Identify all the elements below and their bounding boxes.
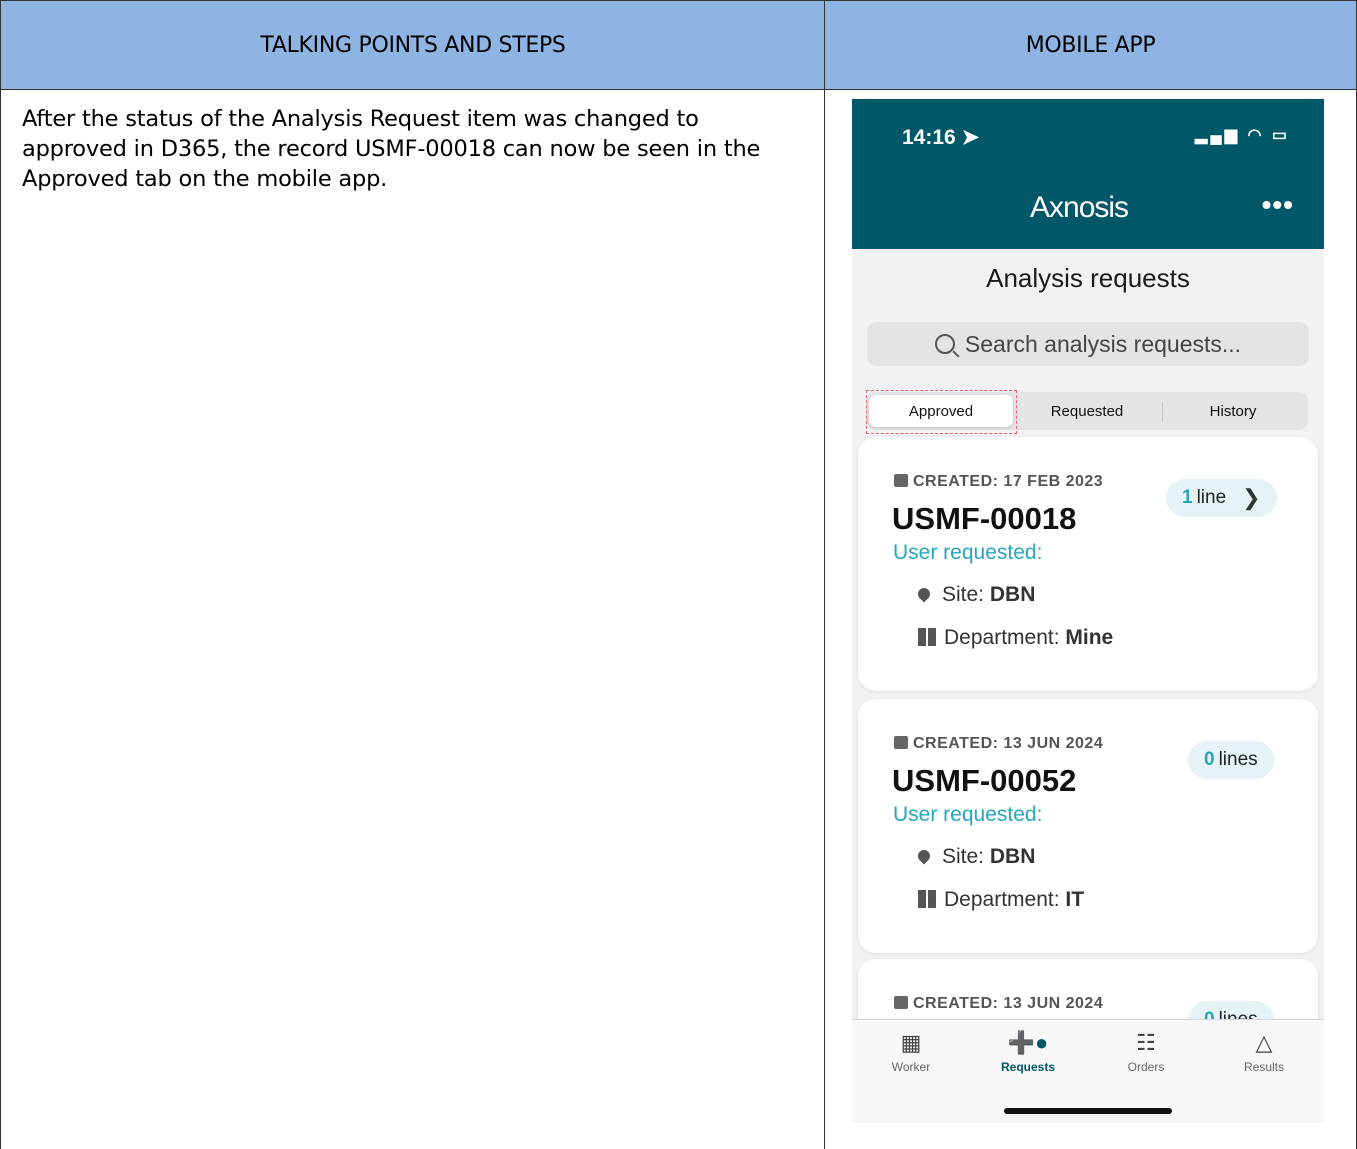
department-row: Department: IT	[918, 888, 1084, 912]
nav-results[interactable]: △ Results	[1219, 1030, 1309, 1074]
tab-history[interactable]: History	[1161, 395, 1305, 427]
tab-requested[interactable]: Requested	[1015, 395, 1159, 427]
signal-icon: ▂▄▆	[1195, 127, 1240, 144]
status-icons: ▂▄▆ ◠ ▭	[1195, 125, 1290, 145]
qr-code-icon: ▦	[900, 1030, 922, 1055]
search-placeholder: Search analysis requests...	[964, 330, 1242, 357]
nav-label: Requests	[1000, 1060, 1056, 1074]
department-value: Mine	[1065, 626, 1114, 649]
nav-worker[interactable]: ▦ Worker	[866, 1030, 956, 1074]
add-user-icon: ➕●	[1007, 1030, 1049, 1055]
nav-label: Orders	[1127, 1060, 1165, 1074]
department-label: Department:	[944, 626, 1060, 649]
site-row: Site: DBN	[915, 845, 1036, 869]
created-text: CREATED: 17 FEB 2023	[913, 473, 1104, 490]
status-time: 14:16 ➤	[902, 125, 979, 150]
header-mobile-app: MOBILE APP	[824, 0, 1357, 90]
building-icon	[918, 890, 936, 908]
department-row: Department: Mine	[918, 626, 1113, 650]
search-input[interactable]: Search analysis requests...	[867, 322, 1309, 366]
location-pin-icon	[915, 847, 933, 865]
request-id: USMF-00018	[892, 501, 1077, 536]
calendar-icon	[894, 474, 908, 487]
lines-count: 0	[1204, 749, 1215, 770]
more-icon[interactable]: •••	[1262, 189, 1294, 221]
location-pin-icon	[915, 585, 933, 603]
location-arrow-icon: ➤	[961, 126, 980, 149]
request-id: USMF-00052	[892, 763, 1077, 798]
site-label: Site:	[942, 583, 985, 606]
approved-tab-highlight	[866, 390, 1017, 434]
created-date: CREATED: 13 JUN 2024	[894, 995, 1103, 1013]
lines-count: 1	[1182, 487, 1193, 508]
home-indicator	[1004, 1108, 1172, 1114]
site-value: DBN	[989, 583, 1036, 606]
chevron-right-icon: ❯	[1242, 485, 1261, 510]
calendar-icon	[894, 736, 908, 749]
lines-word: line	[1196, 487, 1227, 508]
table-border-left	[0, 90, 1, 1149]
site-label: Site:	[942, 845, 985, 868]
site-row: Site: DBN	[915, 583, 1036, 607]
lines-pill[interactable]: 1 line ❯	[1166, 479, 1277, 517]
table-border-middle	[824, 90, 825, 1149]
nav-label: Worker	[891, 1060, 931, 1074]
created-text: CREATED: 13 JUN 2024	[913, 735, 1104, 752]
header-talking-points: TALKING POINTS AND STEPS	[0, 0, 825, 90]
calendar-icon	[894, 996, 908, 1009]
nav-label: Results	[1243, 1060, 1284, 1074]
nav-requests[interactable]: ➕● Requests	[983, 1030, 1073, 1074]
search-icon	[934, 334, 955, 354]
lines-word: lines	[1218, 749, 1258, 770]
created-text: CREATED: 13 JUN 2024	[913, 995, 1104, 1012]
site-value: DBN	[989, 845, 1036, 868]
nav-orders[interactable]: ☷ Orders	[1101, 1030, 1191, 1074]
document-icon: ☷	[1136, 1030, 1156, 1055]
mobile-app-screenshot: 14:16 ➤ ▂▄▆ ◠ ▭ Axnosis ••• Analysis req…	[852, 99, 1324, 1123]
request-card-usmf-00018[interactable]: CREATED: 17 FEB 2023 1 line ❯ USMF-00018 U…	[858, 437, 1318, 691]
talking-points-text: After the status of the Analysis Request…	[22, 106, 761, 192]
wifi-icon: ◠	[1247, 127, 1265, 144]
battery-icon: ▭	[1271, 127, 1290, 144]
created-date: CREATED: 17 FEB 2023	[894, 473, 1103, 491]
department-value: IT	[1065, 888, 1085, 911]
screen-title: Analysis requests	[986, 263, 1190, 293]
department-label: Department:	[944, 888, 1060, 911]
user-requested-label: User requested:	[893, 541, 1043, 564]
status-time-text: 14:16	[902, 126, 956, 149]
request-card-usmf-00052[interactable]: CREATED: 13 JUN 2024 0 lines USMF-00052 U…	[858, 699, 1318, 953]
lines-pill[interactable]: 0lines	[1188, 741, 1274, 779]
building-icon	[918, 628, 936, 646]
app-header: 14:16 ➤ ▂▄▆ ◠ ▭ Axnosis •••	[852, 99, 1324, 249]
user-requested-label: User requested:	[893, 803, 1043, 826]
created-date: CREATED: 13 JUN 2024	[894, 735, 1103, 753]
axnosis-logo: Axnosis	[1030, 191, 1129, 224]
flask-icon: △	[1255, 1030, 1273, 1055]
bottom-tab-bar: ▦ Worker ➕● Requests ☷ Orders △ Results	[852, 1019, 1324, 1123]
